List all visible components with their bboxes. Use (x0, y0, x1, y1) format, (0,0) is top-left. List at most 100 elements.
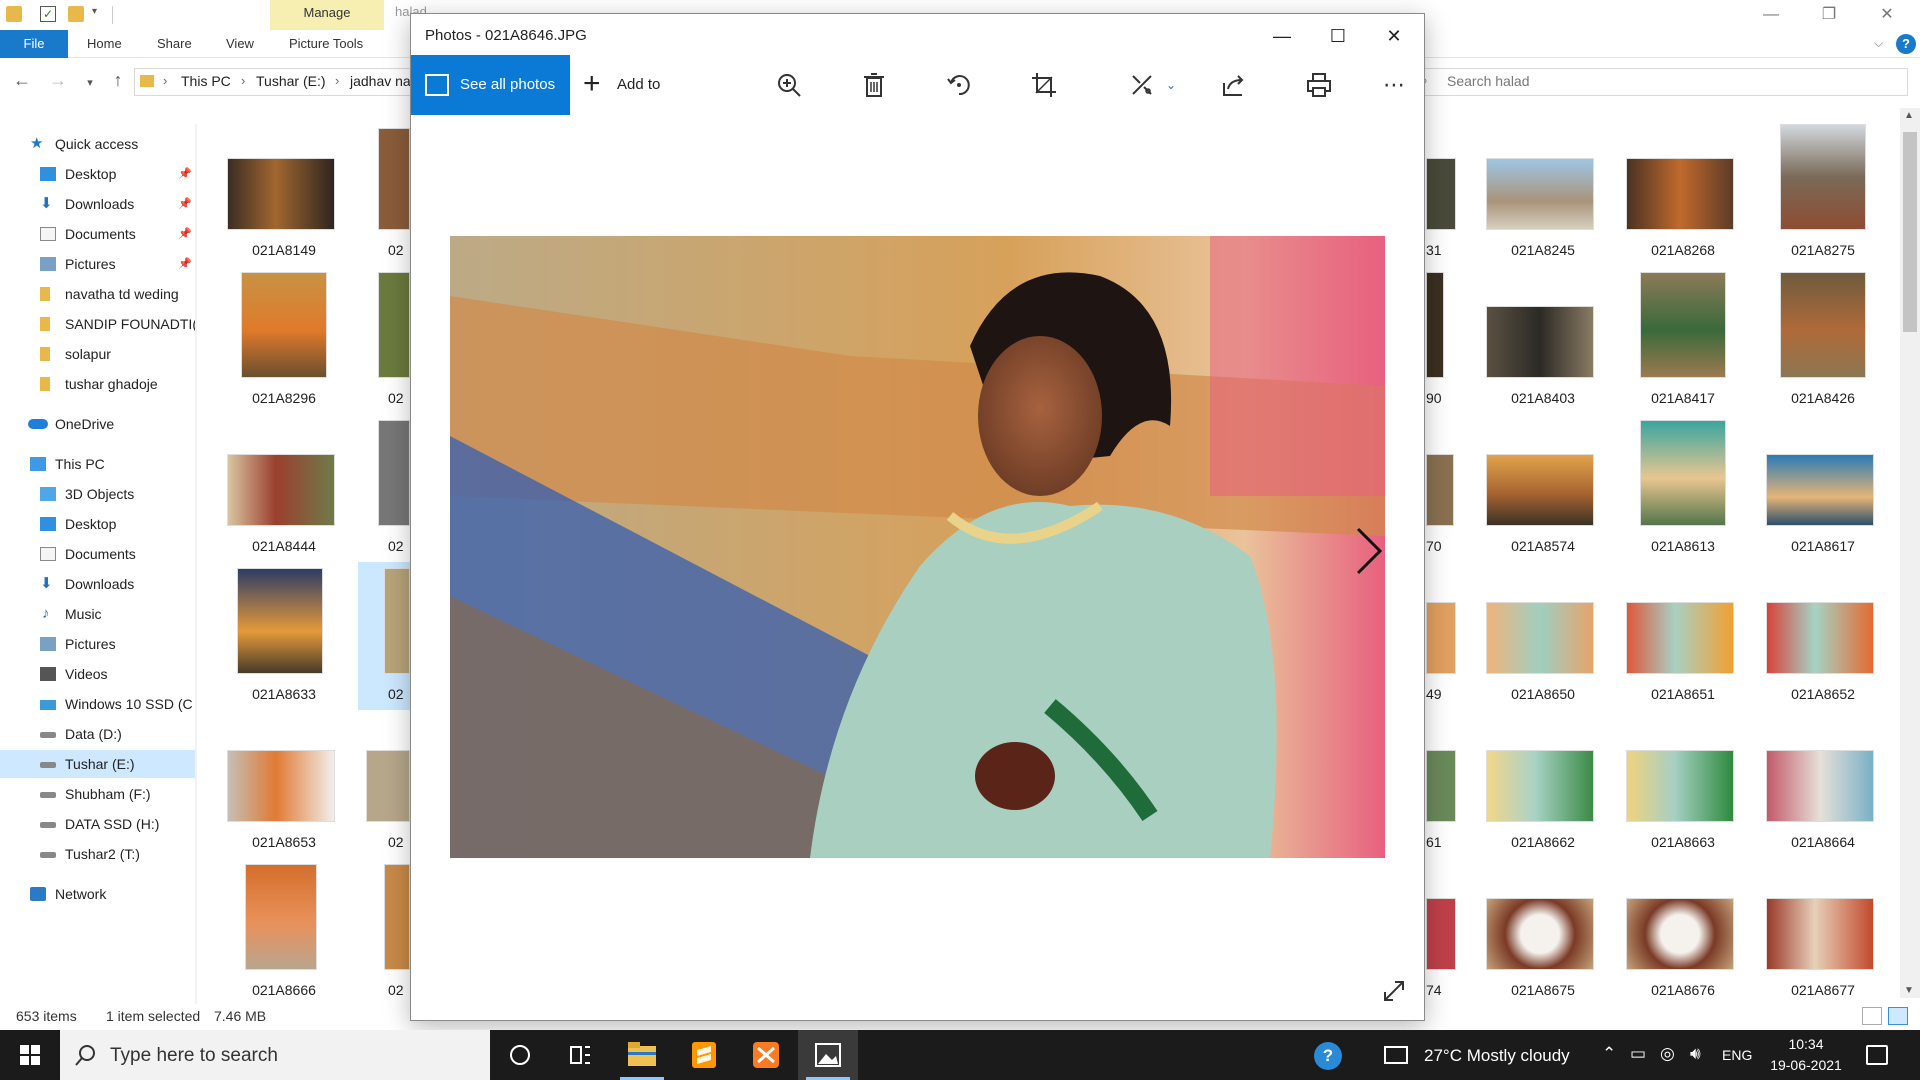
file-thumbnail[interactable]: 021A8245 (1478, 118, 1608, 266)
breadcrumb-drive[interactable]: Tushar (E:) (256, 73, 326, 89)
tab-home[interactable]: Home (87, 30, 122, 58)
vertical-scrollbar[interactable]: ▲ ▼ (1900, 108, 1920, 998)
cortana-button[interactable] (490, 1030, 550, 1080)
file-thumbnail[interactable]: 021A8275 (1758, 118, 1888, 266)
nav-quick-folder[interactable]: solapur (0, 340, 195, 368)
tab-picture-tools[interactable]: Picture Tools (289, 30, 363, 58)
task-view-button[interactable] (550, 1030, 610, 1080)
nav-quick-documents[interactable]: Documents 📌 (0, 220, 195, 248)
file-thumbnail[interactable]: 02 (358, 266, 410, 414)
nav-pc-drive-e[interactable]: Tushar (E:) (0, 750, 195, 778)
back-icon[interactable]: ← (10, 70, 34, 91)
recent-locations-icon[interactable]: ▾ (78, 76, 102, 89)
file-thumbnail[interactable]: 021A8662 (1478, 710, 1608, 858)
file-thumbnail[interactable]: 021A8426 (1758, 266, 1888, 414)
xampp-app[interactable] (736, 1030, 796, 1080)
new-folder-icon[interactable] (68, 6, 84, 22)
file-thumbnail[interactable]: 74 (1426, 858, 1466, 1006)
tab-share[interactable]: Share (157, 30, 192, 58)
file-thumbnail[interactable]: 90 (1426, 266, 1466, 414)
nav-quick-desktop[interactable]: Desktop 📌 (0, 160, 195, 188)
file-thumbnail[interactable]: 021A8663 (1618, 710, 1748, 858)
nav-network[interactable]: Network (0, 880, 195, 908)
file-thumbnail[interactable]: 021A8613 (1618, 414, 1748, 562)
file-thumbnail[interactable]: 021A8677 (1758, 858, 1888, 1006)
file-thumbnail[interactable]: 021A8650 (1478, 562, 1608, 710)
nav-pc-music[interactable]: ♪ Music (0, 600, 195, 628)
scroll-down-icon[interactable]: ▼ (1904, 985, 1914, 996)
news-weather-icon[interactable] (1384, 1046, 1408, 1064)
nav-pc-drive-c[interactable]: Windows 10 SSD (C (0, 690, 195, 718)
nav-pc-videos[interactable]: Videos (0, 660, 195, 688)
nav-pc-drive-d[interactable]: Data (D:) (0, 720, 195, 748)
minimize-icon[interactable]: — (1259, 22, 1305, 50)
fullscreen-icon[interactable] (1379, 976, 1409, 1006)
breadcrumb-this-pc[interactable]: This PC (181, 73, 231, 89)
breadcrumb-folder[interactable]: jadhav na (350, 73, 411, 89)
file-thumbnail-selected[interactable]: 02 (358, 562, 410, 710)
file-thumbnail[interactable]: 021A8444 (219, 414, 349, 562)
file-thumbnail[interactable]: 61 (1426, 710, 1466, 858)
help-icon[interactable]: ? (1896, 34, 1916, 54)
nav-quick-folder[interactable]: SANDIP FOUNADTI( (0, 310, 195, 338)
nav-pc-documents[interactable]: Documents (0, 540, 195, 568)
edit-icon[interactable] (1125, 69, 1159, 101)
nav-quick-access[interactable]: ★ Quick access (0, 130, 195, 158)
scroll-up-icon[interactable]: ▲ (1904, 110, 1914, 121)
chevron-up-icon[interactable]: ⌃ (1602, 1044, 1616, 1064)
delete-icon[interactable] (857, 69, 891, 101)
manage-tab[interactable]: Manage (270, 0, 384, 30)
file-thumbnail[interactable]: 021A8675 (1478, 858, 1608, 1006)
file-thumbnail[interactable]: 021A8653 (219, 710, 349, 858)
share-icon[interactable] (1217, 69, 1251, 101)
main-photo[interactable] (450, 236, 1385, 858)
file-thumbnail[interactable]: 021A8417 (1618, 266, 1748, 414)
file-thumbnail[interactable]: 02 (358, 118, 410, 266)
battery-icon[interactable]: ▭ (1630, 1044, 1646, 1064)
nav-pc-pictures[interactable]: Pictures (0, 630, 195, 658)
file-thumbnail[interactable]: 021A8633 (219, 562, 349, 710)
volume-icon[interactable]: 🔊︎ (1690, 1044, 1701, 1064)
nav-pc-3d-objects[interactable]: 3D Objects (0, 480, 195, 508)
file-thumbnail[interactable]: 02 (358, 710, 410, 858)
file-thumbnail[interactable]: 021A8574 (1478, 414, 1608, 562)
file-thumbnail[interactable]: 021A8403 (1478, 266, 1608, 414)
nav-pc-drive-h[interactable]: DATA SSD (H:) (0, 810, 195, 838)
properties-icon[interactable]: ✓ (40, 6, 56, 22)
customize-qat-icon[interactable]: ▾ (92, 6, 97, 17)
up-icon[interactable]: ↑ (106, 70, 130, 91)
tab-view[interactable]: View (226, 30, 254, 58)
file-thumbnail[interactable]: 021A8617 (1758, 414, 1888, 562)
zoom-icon[interactable] (772, 69, 806, 101)
nav-onedrive[interactable]: OneDrive (0, 410, 195, 438)
clock[interactable]: 10:34 19-06-2021 (1765, 1034, 1847, 1076)
file-thumbnail[interactable]: 02 (358, 414, 410, 562)
chevron-down-icon[interactable]: ⌄ (1161, 69, 1181, 101)
file-thumbnail[interactable]: 021A8676 (1618, 858, 1748, 1006)
nav-pc-drive-t[interactable]: Tushar2 (T:) (0, 840, 195, 868)
nav-pc-downloads[interactable]: ⬇ Downloads (0, 570, 195, 598)
forward-icon[interactable]: → (46, 70, 70, 91)
photos-app[interactable] (798, 1030, 858, 1080)
sublime-text-app[interactable] (674, 1030, 734, 1080)
network-icon[interactable]: ◎ (1660, 1044, 1675, 1064)
file-thumbnail[interactable]: 02 (358, 858, 410, 1006)
expand-ribbon-icon[interactable]: ⌵ (1874, 36, 1883, 51)
more-icon[interactable]: ⋯ (1377, 69, 1411, 101)
file-thumbnail[interactable]: 70 (1426, 414, 1466, 562)
chevron-right-icon[interactable]: › (163, 73, 167, 88)
file-thumbnail[interactable]: 49 (1426, 562, 1466, 710)
nav-quick-downloads[interactable]: ⬇ Downloads 📌 (0, 190, 195, 218)
tab-file[interactable]: File (0, 30, 68, 58)
file-thumbnail[interactable]: 31 (1426, 118, 1466, 266)
file-explorer-app[interactable] (612, 1030, 672, 1080)
print-icon[interactable] (1302, 69, 1336, 101)
next-photo-button[interactable] (1346, 521, 1386, 581)
file-thumbnail[interactable]: 021A8651 (1618, 562, 1748, 710)
rotate-icon[interactable] (942, 69, 976, 101)
close-icon[interactable]: ✕ (1371, 22, 1417, 50)
taskbar-search-input[interactable]: Type here to search (60, 1030, 490, 1080)
large-icons-view-icon[interactable] (1888, 1007, 1908, 1025)
file-thumbnail[interactable]: 021A8652 (1758, 562, 1888, 710)
start-button[interactable] (0, 1030, 60, 1080)
